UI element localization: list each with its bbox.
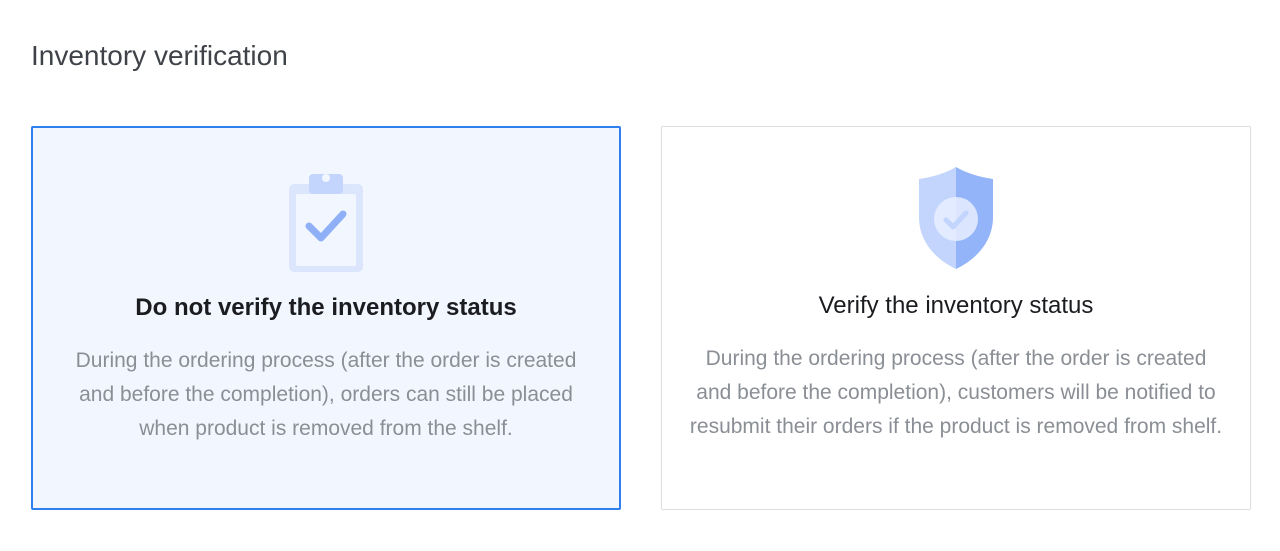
option-title: Verify the inventory status: [818, 292, 1094, 319]
inventory-verification-page: Inventory verification Do not verify the…: [0, 0, 1280, 551]
option-card-no-verify[interactable]: Do not verify the inventory status Durin…: [31, 126, 621, 510]
section-title: Inventory verification: [31, 40, 288, 71]
option-description: During the ordering process (after the o…: [75, 349, 577, 440]
clipboard-check-icon: [271, 164, 381, 274]
shield-check-icon: [901, 163, 1011, 273]
option-card-verify[interactable]: Verify the inventory status During the o…: [661, 126, 1251, 510]
option-title: Do not verify the inventory status: [135, 294, 517, 321]
option-description: During the ordering process (after the o…: [689, 347, 1223, 438]
